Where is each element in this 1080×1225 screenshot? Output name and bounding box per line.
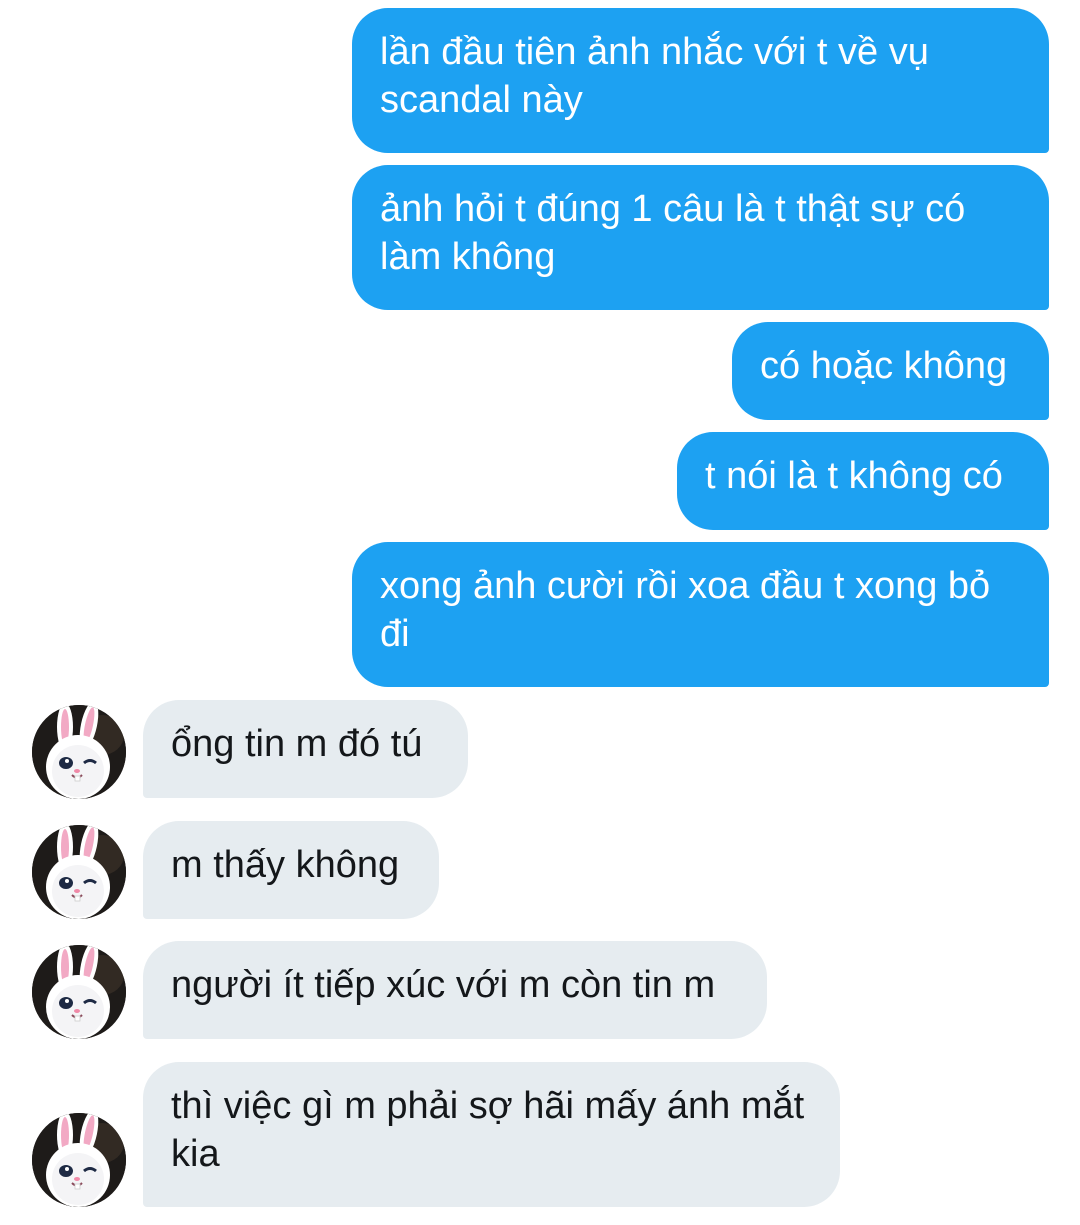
bunny-avatar-icon[interactable]	[32, 945, 126, 1039]
received-message[interactable]: thì việc gì m phải sợ hãi mấy ánh mắt ki…	[143, 1062, 840, 1207]
message-text: người ít tiếp xúc với m còn tin m	[171, 964, 716, 1006]
received-message[interactable]: người ít tiếp xúc với m còn tin m	[143, 941, 767, 1039]
received-message[interactable]: ổng tin m đó tú	[143, 700, 468, 798]
sent-message[interactable]: xong ảnh cười rồi xoa đầu t xong bỏ đi	[352, 542, 1049, 687]
message-text: t nói là t không có	[705, 455, 1003, 497]
received-message[interactable]: m thấy không	[143, 821, 439, 919]
sent-message[interactable]: có hoặc không	[732, 322, 1049, 420]
message-text: xong ảnh cười rồi xoa đầu t xong bỏ đi	[380, 565, 991, 655]
sent-message[interactable]: lần đầu tiên ảnh nhắc với t về vụ scanda…	[352, 8, 1049, 153]
conversation-screen: { "messages": [ {"direction": "sent", "t…	[0, 0, 1080, 1225]
message-text: có hoặc không	[760, 345, 1008, 387]
sent-message[interactable]: t nói là t không có	[677, 432, 1049, 530]
message-text: m thấy không	[171, 844, 400, 886]
bunny-avatar-icon[interactable]	[32, 1113, 126, 1207]
message-text: lần đầu tiên ảnh nhắc với t về vụ scanda…	[380, 31, 929, 121]
bunny-avatar-icon[interactable]	[32, 705, 126, 799]
sent-message[interactable]: ảnh hỏi t đúng 1 câu là t thật sự có làm…	[352, 165, 1049, 310]
message-text: thì việc gì m phải sợ hãi mấy ánh mắt ki…	[171, 1085, 805, 1175]
message-text: ảnh hỏi t đúng 1 câu là t thật sự có làm…	[380, 188, 966, 278]
bunny-avatar-icon[interactable]	[32, 825, 126, 919]
message-text: ổng tin m đó tú	[171, 723, 423, 765]
